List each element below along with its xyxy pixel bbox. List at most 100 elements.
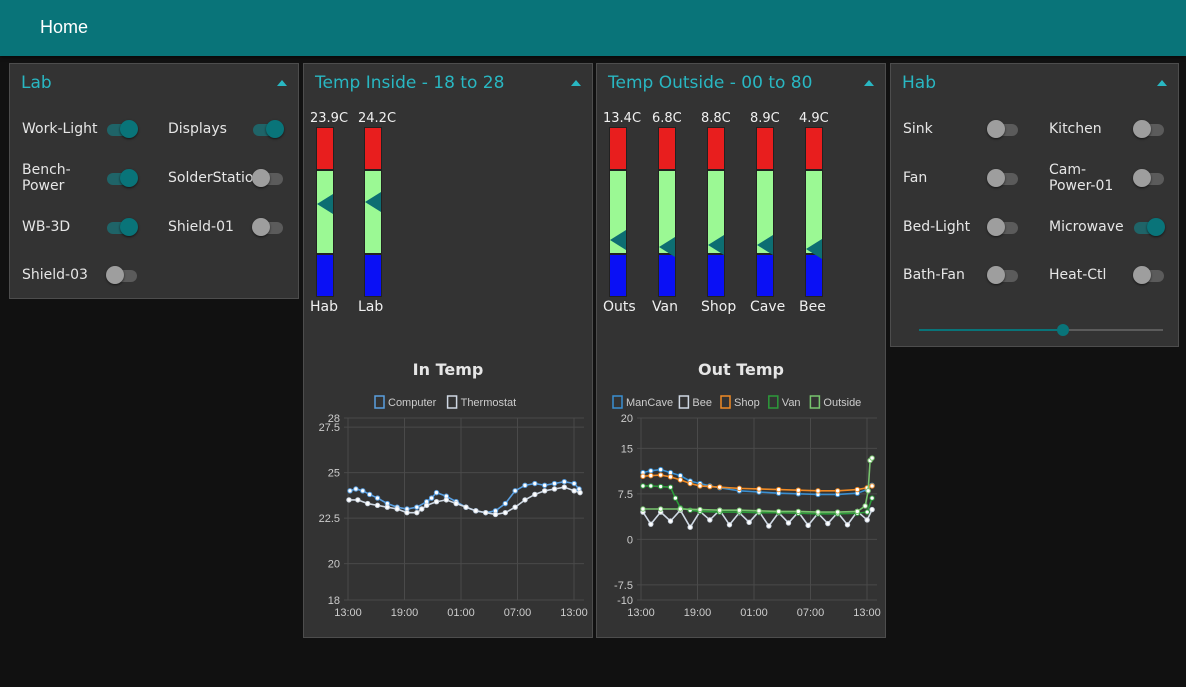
legend-label: Outside (823, 397, 861, 409)
chart-grid (344, 417, 584, 601)
gauge-value: 8.8C (701, 111, 731, 126)
data-point (384, 504, 391, 510)
switch-knob[interactable] (106, 266, 124, 284)
y-tick-label: 20 (621, 413, 633, 425)
switch-knob[interactable] (120, 218, 138, 236)
switch-knob[interactable] (120, 169, 138, 187)
switch-knob[interactable] (1147, 218, 1165, 236)
gauge-pointer-icon (659, 236, 675, 257)
data-point (775, 508, 782, 515)
switch-label-microwave: Microwave (1049, 219, 1124, 235)
switch-microwave[interactable] (1133, 217, 1165, 237)
switch-bench-power[interactable] (106, 168, 138, 188)
x-tick-label: 19:00 (391, 607, 419, 619)
switch-knob[interactable] (266, 120, 284, 138)
switch-knob[interactable] (1133, 169, 1151, 187)
gauge-pointer-icon (806, 238, 822, 259)
collapse-caret-icon[interactable] (571, 80, 581, 86)
data-point (657, 483, 664, 490)
lab-group-header[interactable]: Lab (10, 64, 298, 100)
data-point (667, 518, 674, 524)
series-outside (640, 455, 875, 515)
gauge-high-zone (316, 127, 334, 170)
switch-solderstation[interactable] (252, 168, 284, 188)
switch-displays[interactable] (252, 119, 284, 139)
gauge-pointer-icon (708, 234, 724, 255)
switch-knob[interactable] (252, 218, 270, 236)
switch-heat-ctl[interactable] (1133, 265, 1165, 285)
switch-knob[interactable] (252, 169, 270, 187)
switch-kitchen[interactable] (1133, 119, 1165, 139)
data-point (492, 511, 499, 518)
switch-bath-fan[interactable] (987, 265, 1019, 285)
data-point (854, 486, 861, 493)
data-point (512, 488, 518, 494)
x-tick-label: 01:00 (740, 607, 768, 619)
data-point (394, 506, 400, 512)
legend-swatch (678, 395, 690, 409)
switch-knob[interactable] (987, 218, 1005, 236)
switch-shield-01[interactable] (252, 217, 284, 237)
x-tick-label: 07:00 (504, 607, 532, 619)
switch-label-sink: Sink (903, 121, 933, 137)
switch-sink[interactable] (987, 119, 1019, 139)
legend-label: Shop (734, 397, 760, 409)
data-point (716, 484, 723, 490)
series-line (642, 457, 873, 513)
data-point (756, 508, 762, 514)
switch-shield-03[interactable] (106, 265, 138, 285)
data-point (364, 500, 371, 507)
hab-group-header[interactable]: Hab (891, 64, 1178, 100)
data-point (834, 488, 841, 494)
data-point (864, 509, 870, 515)
legend-swatch (768, 395, 779, 409)
gauge-high-zone (364, 127, 382, 170)
switch-wb-3d[interactable] (106, 217, 138, 237)
switch-knob[interactable] (120, 120, 138, 138)
switch-knob[interactable] (1133, 266, 1151, 284)
hab-slider[interactable] (919, 322, 1163, 338)
slider-fill (919, 329, 1063, 331)
switch-bed-light[interactable] (987, 217, 1019, 237)
gauge-low-zone (316, 254, 334, 297)
collapse-caret-icon[interactable] (1157, 80, 1167, 86)
temp-outside-header[interactable]: Temp Outside - 00 to 80 (597, 64, 885, 100)
gauge-value: 24.2C (358, 111, 397, 126)
data-point (571, 488, 577, 494)
temp-inside-group: Temp Inside - 18 to 28 23.9C Hab 24.2C Lab … (303, 63, 593, 638)
data-point (825, 520, 831, 527)
collapse-caret-icon[interactable] (277, 80, 287, 86)
data-point (360, 488, 366, 494)
gauge-low-zone (756, 254, 774, 297)
data-point (677, 472, 684, 479)
data-point (374, 502, 381, 509)
gauge-bar (609, 127, 627, 297)
gauge-value: 4.9C (799, 111, 829, 126)
data-point (726, 522, 733, 528)
slider-thumb[interactable] (1056, 324, 1069, 336)
data-point (512, 504, 518, 510)
temp-inside-header[interactable]: Temp Inside - 18 to 28 (304, 64, 592, 100)
switch-work-light[interactable] (106, 119, 138, 139)
data-point (869, 483, 875, 489)
switch-knob[interactable] (987, 120, 1005, 138)
switch-cam-power-01[interactable] (1133, 168, 1165, 188)
data-point (697, 506, 703, 513)
gauge-bar (756, 127, 774, 297)
data-point (667, 474, 674, 480)
gauge-low-zone (707, 254, 725, 297)
data-point (864, 517, 870, 523)
switch-fan[interactable] (987, 168, 1019, 188)
switch-knob[interactable] (987, 266, 1005, 284)
gauge-low-zone (609, 254, 627, 297)
legend-label: ManCave (626, 397, 673, 409)
x-tick-label: 13:00 (334, 607, 362, 619)
collapse-caret-icon[interactable] (864, 80, 874, 86)
switch-knob[interactable] (1133, 120, 1151, 138)
y-tick-label: 22.5 (319, 513, 340, 525)
data-point (687, 524, 693, 530)
switch-knob[interactable] (987, 169, 1005, 187)
gauge-pointer-icon (610, 229, 626, 250)
gauge-low-zone (805, 254, 823, 297)
y-tick-label: -10 (617, 595, 633, 607)
